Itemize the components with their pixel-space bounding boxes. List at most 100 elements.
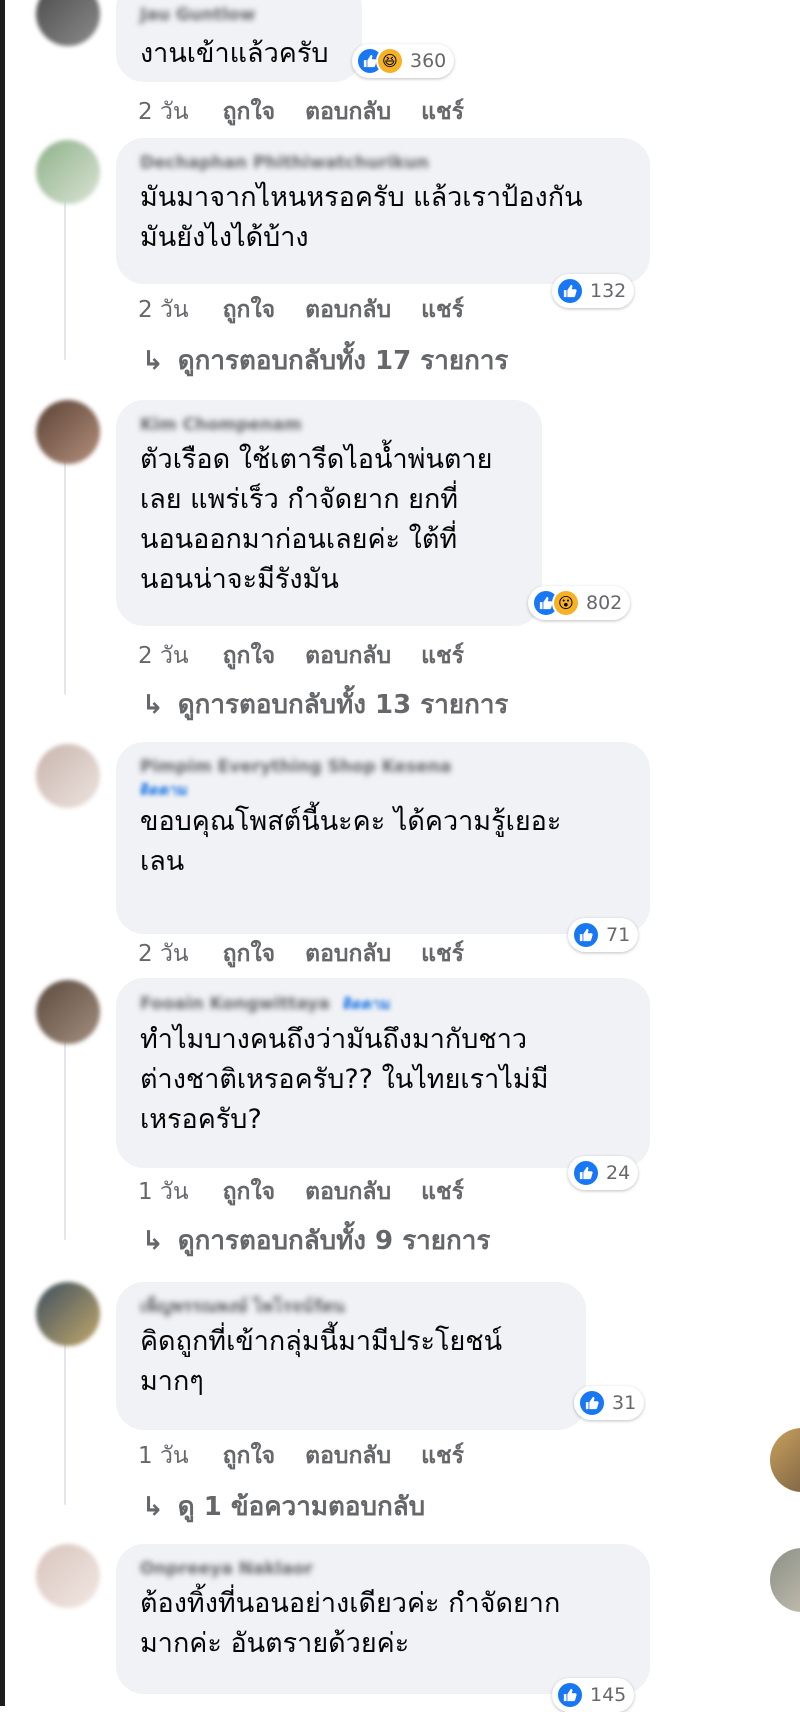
comment-bubble: เพ็ญพรรณพงษ์ ไพโรจน์รัตน คิดถูกที่เข้ากล…: [116, 1282, 586, 1430]
thread-line: [64, 1320, 66, 1505]
comment-author[interactable]: Onpreeya Naklaor: [140, 1558, 626, 1580]
reply-button[interactable]: ตอบกลับ: [305, 297, 391, 323]
reaction-summary[interactable]: 😆 360: [352, 44, 455, 78]
comment-text: มันมาจากไหนหรอครับ แล้วเราป้องกัน มันยัง…: [140, 182, 583, 253]
comment-actions: 2 วัน ถูกใจ ตอบกลับ แชร์: [138, 936, 494, 972]
comment-author[interactable]: Pimpim Everything Shop Kesena: [140, 756, 626, 778]
reaction-summary[interactable]: 71: [568, 918, 639, 952]
reply-arrow-icon: ↳: [142, 1225, 164, 1256]
comment-timestamp[interactable]: 1 วัน: [138, 1179, 189, 1205]
avatar[interactable]: [36, 1282, 100, 1346]
view-replies-label: ดูการตอบกลับทั้ง 13 รายการ: [177, 690, 509, 720]
reaction-count: 24: [606, 1162, 631, 1184]
like-button[interactable]: ถูกใจ: [223, 1443, 276, 1469]
comment-bubble: Kim Chompenam ตัวเรือด ใช้เตารีดไอน้ำพ่น…: [116, 400, 542, 626]
comment-text: คิดถูกที่เข้ากลุ่มนี้มามีประโยชน์ มากๆ: [140, 1326, 503, 1397]
comment-timestamp[interactable]: 2 วัน: [138, 99, 189, 125]
reply-arrow-icon: ↳: [142, 689, 164, 720]
comment-author[interactable]: Dechaphan Phithiwatchurikun: [140, 152, 626, 174]
comment-author[interactable]: Fooain Kongwittaya: [140, 993, 330, 1015]
thread-line: [64, 200, 66, 360]
reaction-summary[interactable]: 😮 802: [528, 586, 631, 620]
comment-bubble: Pimpim Everything Shop Kesena ติดตาม ขอบ…: [116, 742, 650, 934]
view-replies-link[interactable]: ↳ ดู 1 ข้อความตอบกลับ: [142, 1486, 425, 1527]
comment-bubble: Jau Guntlow งานเข้าแล้วครับ: [116, 0, 362, 82]
side-avatar[interactable]: [770, 1548, 800, 1612]
like-button[interactable]: ถูกใจ: [223, 297, 276, 323]
view-replies-label: ดูการตอบกลับทั้ง 17 รายการ: [177, 346, 509, 376]
reaction-count: 360: [410, 50, 447, 72]
side-avatar[interactable]: [770, 1428, 800, 1492]
reply-button[interactable]: ตอบกลับ: [305, 1443, 391, 1469]
share-button[interactable]: แชร์: [421, 1443, 464, 1469]
comment-text: งานเข้าแล้วครับ: [140, 38, 329, 69]
avatar[interactable]: [36, 0, 100, 46]
comment-actions: 1 วัน ถูกใจ ตอบกลับ แชร์: [138, 1174, 494, 1210]
reaction-count: 802: [586, 592, 623, 614]
avatar[interactable]: [36, 744, 100, 808]
comment-timestamp[interactable]: 1 วัน: [138, 1443, 189, 1469]
avatar[interactable]: [36, 1544, 100, 1608]
reply-arrow-icon: ↳: [142, 1491, 164, 1522]
comment-timestamp[interactable]: 2 วัน: [138, 941, 189, 967]
comment-author[interactable]: เพ็ญพรรณพงษ์ ไพโรจน์รัตน: [140, 1296, 562, 1318]
like-button[interactable]: ถูกใจ: [223, 941, 276, 967]
like-reaction-icon: [572, 921, 600, 949]
comment-text: ต้องทิ้งที่นอนอย่างเดียวค่ะ กำจัดยาก มาก…: [140, 1588, 561, 1659]
like-reaction-icon: [572, 1159, 600, 1187]
comment-actions: 2 วัน ถูกใจ ตอบกลับ แชร์: [138, 638, 494, 674]
comment-bubble: Dechaphan Phithiwatchurikun มันมาจากไหนห…: [116, 138, 650, 284]
share-button[interactable]: แชร์: [421, 297, 464, 323]
wow-reaction-icon: 😮: [552, 589, 580, 617]
comment-text: ทำไมบางคนถึงว่ามันถึงมากับชาว ต่างชาติเห…: [140, 1024, 549, 1135]
view-replies-link[interactable]: ↳ ดูการตอบกลับทั้ง 17 รายการ: [142, 340, 508, 381]
view-replies-label: ดู 1 ข้อความตอบกลับ: [177, 1492, 426, 1522]
view-replies-link[interactable]: ↳ ดูการตอบกลับทั้ง 9 รายการ: [142, 1220, 490, 1261]
reaction-count: 145: [590, 1684, 627, 1706]
like-reaction-icon: [578, 1389, 606, 1417]
comment-actions: 1 วัน ถูกใจ ตอบกลับ แชร์: [138, 1438, 494, 1474]
reaction-count: 71: [606, 924, 631, 946]
reply-button[interactable]: ตอบกลับ: [305, 941, 391, 967]
comment-bubble: Onpreeya Naklaor ต้องทิ้งที่นอนอย่างเดีย…: [116, 1544, 650, 1694]
avatar[interactable]: [36, 400, 100, 464]
reply-button[interactable]: ตอบกลับ: [305, 1179, 391, 1205]
reaction-summary[interactable]: 145: [552, 1678, 635, 1712]
thread-line: [64, 440, 66, 695]
like-button[interactable]: ถูกใจ: [223, 1179, 276, 1205]
like-reaction-icon: [556, 277, 584, 305]
reply-button[interactable]: ตอบกลับ: [305, 99, 391, 125]
follow-link[interactable]: ติดตาม: [140, 778, 188, 802]
reply-button[interactable]: ตอบกลับ: [305, 643, 391, 669]
reaction-summary[interactable]: 31: [574, 1386, 645, 1420]
comment-author[interactable]: Jau Guntlow: [140, 4, 338, 26]
view-replies-label: ดูการตอบกลับทั้ง 9 รายการ: [177, 1226, 491, 1256]
comment-actions: 2 วัน ถูกใจ ตอบกลับ แชร์: [138, 292, 494, 328]
thread-line: [64, 1040, 66, 1240]
share-button[interactable]: แชร์: [421, 941, 464, 967]
reaction-count: 31: [612, 1392, 637, 1414]
view-replies-link[interactable]: ↳ ดูการตอบกลับทั้ง 13 รายการ: [142, 684, 508, 725]
avatar[interactable]: [36, 980, 100, 1044]
share-button[interactable]: แชร์: [421, 99, 464, 125]
comment-bubble: Fooain Kongwittaya ติดตาม ทำไมบางคนถึงว่…: [116, 978, 650, 1168]
window-edge: [0, 0, 5, 1706]
comment-author[interactable]: Kim Chompenam: [140, 414, 518, 436]
comment-text: ขอบคุณโพสต์นี้นะคะ ได้ความรู้เยอะ เลน: [140, 806, 562, 877]
follow-link[interactable]: ติดตาม: [343, 992, 391, 1016]
reaction-summary[interactable]: 132: [552, 274, 635, 308]
like-button[interactable]: ถูกใจ: [223, 99, 276, 125]
comment-timestamp[interactable]: 2 วัน: [138, 297, 189, 323]
comment-actions: 2 วัน ถูกใจ ตอบกลับ แชร์: [138, 94, 494, 130]
like-button[interactable]: ถูกใจ: [223, 643, 276, 669]
share-button[interactable]: แชร์: [421, 1179, 464, 1205]
reaction-summary[interactable]: 24: [568, 1156, 639, 1190]
reply-arrow-icon: ↳: [142, 345, 164, 376]
comment-text: ตัวเรือด ใช้เตารีดไอน้ำพ่นตาย เลย แพร่เร…: [140, 444, 493, 595]
reaction-count: 132: [590, 280, 627, 302]
avatar[interactable]: [36, 140, 100, 204]
like-reaction-icon: [556, 1681, 584, 1709]
comment-timestamp[interactable]: 2 วัน: [138, 643, 189, 669]
share-button[interactable]: แชร์: [421, 643, 464, 669]
haha-reaction-icon: 😆: [376, 47, 404, 75]
